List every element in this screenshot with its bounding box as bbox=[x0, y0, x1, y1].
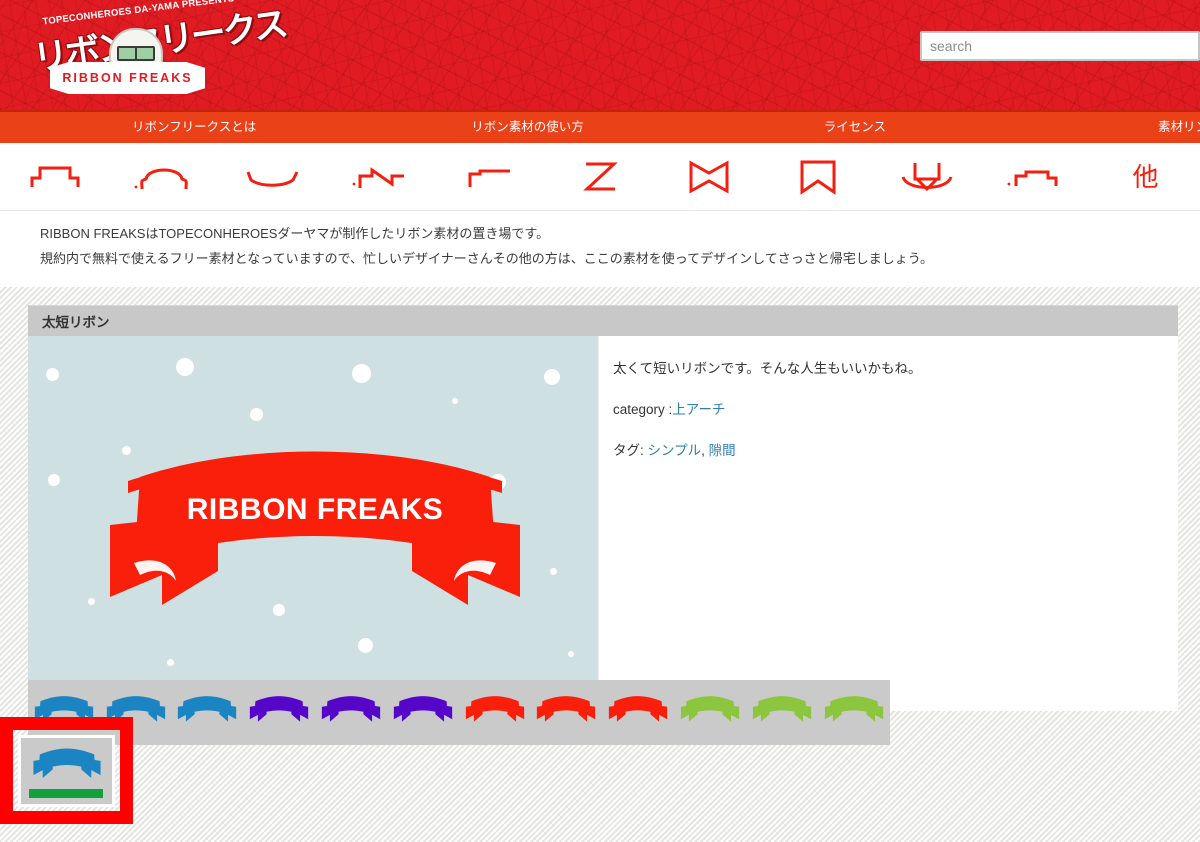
search-input[interactable] bbox=[920, 31, 1200, 61]
zigzag-ribbon-icon[interactable] bbox=[327, 143, 436, 210]
thumb-green-2[interactable] bbox=[746, 680, 818, 745]
main-navigation: リボンフリークスとは リボン素材の使い方 ライセンス 素材リンク bbox=[0, 110, 1200, 143]
ribbon-preview-image[interactable]: RIBBON FREAKS bbox=[28, 336, 598, 711]
thumbnail-strip bbox=[28, 680, 890, 745]
entry-meta-pane: 太くて短いリボンです。そんな人生もいいかもね。 category :上アーチ タ… bbox=[598, 336, 1178, 711]
category-icon-row: 他 bbox=[0, 143, 1200, 211]
snow-dot bbox=[550, 568, 557, 575]
tag-link-2[interactable]: 隙間 bbox=[709, 443, 736, 458]
nav-item-license[interactable]: ライセンス bbox=[824, 112, 886, 143]
category-label: category : bbox=[613, 401, 673, 417]
tags-separator: , bbox=[701, 442, 709, 458]
bowtie-ribbon-icon[interactable] bbox=[655, 143, 764, 210]
corner-ribbon-icon[interactable] bbox=[436, 143, 545, 210]
entry-body: RIBBON FREAKS 太くて短いリボンです。そんな人生もいいかもね。 ca… bbox=[28, 336, 1178, 711]
intro-text-block: RIBBON FREAKSはTOPECONHEROESダーヤマが制作したリボン素… bbox=[0, 211, 1200, 287]
down-arch-ribbon-icon[interactable] bbox=[873, 143, 982, 210]
entry-description: 太くて短いリボンです。そんな人生もいいかもね。 bbox=[613, 361, 922, 376]
site-header: TOPECONHEROES DA-YAMA PRESENTS リボンフリークス … bbox=[0, 0, 1200, 110]
ribbon-artwork: RIBBON FREAKS bbox=[100, 451, 530, 631]
snow-dot bbox=[352, 364, 371, 383]
thumb-red-2[interactable] bbox=[531, 680, 603, 745]
search-box bbox=[920, 31, 1200, 61]
entry-header-bar: 太短リボン bbox=[28, 305, 1178, 336]
thumb-green-1[interactable] bbox=[674, 680, 746, 745]
snow-dot bbox=[358, 638, 373, 653]
thumb-purple-2[interactable] bbox=[315, 680, 387, 745]
step-ribbon-icon[interactable] bbox=[982, 143, 1091, 210]
banner-ribbon-icon[interactable] bbox=[764, 143, 873, 210]
entry-category-line: category :上アーチ bbox=[613, 401, 1178, 420]
selected-thumbnail-tile[interactable] bbox=[18, 735, 115, 807]
thumb-blue-3[interactable] bbox=[172, 680, 244, 745]
entry-tags-line: タグ: シンプル, 隙間 bbox=[613, 442, 1178, 461]
z-ribbon-icon[interactable] bbox=[545, 143, 654, 210]
logo-ribbon-text: RIBBON FREAKS bbox=[62, 71, 193, 85]
snow-dot bbox=[250, 408, 263, 421]
wave-ribbon-icon[interactable] bbox=[218, 143, 327, 210]
entry-card: 太短リボン RIBBON FREAKS 太くて短いリボンです。そんな人生もいいか… bbox=[28, 305, 1178, 745]
ribbon-preview-text: RIBBON FREAKS bbox=[186, 493, 444, 526]
other-category-icon[interactable]: 他 bbox=[1091, 143, 1200, 210]
snow-dot bbox=[48, 474, 60, 486]
up-arch-ribbon-icon[interactable] bbox=[109, 143, 218, 210]
nav-item-howto[interactable]: リボン素材の使い方 bbox=[471, 112, 584, 143]
entry-title: 太短リボン bbox=[42, 315, 110, 330]
snow-dot bbox=[88, 598, 95, 605]
thumb-purple-3[interactable] bbox=[387, 680, 459, 745]
flat-top-ribbon-icon[interactable] bbox=[0, 143, 109, 210]
snow-dot bbox=[46, 368, 59, 381]
snow-dot bbox=[176, 358, 194, 376]
download-progress-bar bbox=[29, 789, 103, 798]
intro-line-1: RIBBON FREAKSはTOPECONHEROESダーヤマが制作したリボン素… bbox=[40, 226, 550, 241]
snow-dot bbox=[452, 398, 458, 404]
thumb-red-3[interactable] bbox=[602, 680, 674, 745]
nav-item-links[interactable]: 素材リンク bbox=[1158, 112, 1200, 143]
thumb-red-1[interactable] bbox=[459, 680, 531, 745]
category-link[interactable]: 上アーチ bbox=[672, 402, 725, 417]
snow-dot bbox=[167, 659, 174, 666]
tag-link-1[interactable]: シンプル bbox=[648, 443, 702, 458]
snow-dot bbox=[568, 651, 574, 657]
logo-ribbon-banner: RIBBON FREAKS bbox=[50, 62, 205, 94]
intro-line-2: 規約内で無料で使えるフリー素材となっていますので、忙しいデザイナーさんその他の方… bbox=[40, 251, 933, 266]
site-logo[interactable]: TOPECONHEROES DA-YAMA PRESENTS リボンフリークス … bbox=[26, 0, 288, 110]
other-category-label: 他 bbox=[1132, 161, 1159, 192]
snow-dot bbox=[544, 369, 560, 385]
nav-item-about[interactable]: リボンフリークスとは bbox=[132, 112, 256, 143]
thumb-purple-1[interactable] bbox=[243, 680, 315, 745]
selected-thumb-ribbon-icon bbox=[25, 748, 109, 793]
tags-label: タグ: bbox=[613, 442, 644, 458]
thumb-green-3[interactable] bbox=[818, 680, 890, 745]
